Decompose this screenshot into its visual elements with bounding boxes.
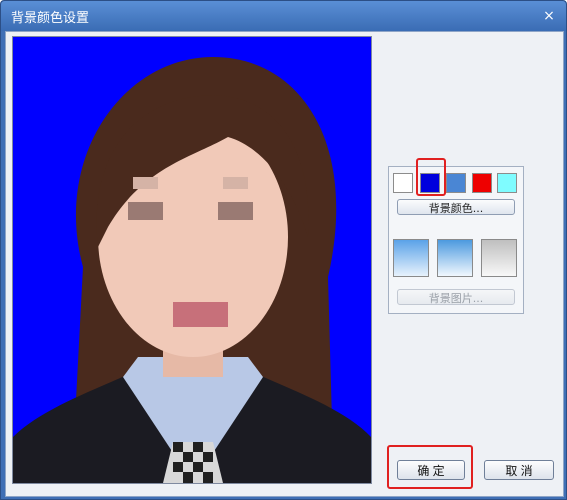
- dialog-window: 背景颜色设置 × 背景颜色... 背景图片... 确 定 取 消: [0, 0, 567, 500]
- ok-button[interactable]: 确 定: [397, 460, 465, 480]
- title-bar[interactable]: 背景颜色设置 ×: [1, 1, 566, 31]
- portrait-photo-icon: [13, 37, 371, 483]
- swatch-cyan[interactable]: [497, 173, 517, 193]
- swatch-white[interactable]: [393, 173, 413, 193]
- swatch-steel-blue[interactable]: [446, 173, 466, 193]
- background-color-button[interactable]: 背景颜色...: [397, 199, 515, 215]
- background-tile-1[interactable]: [393, 239, 429, 277]
- background-image-button[interactable]: 背景图片...: [397, 289, 515, 305]
- dialog-title: 背景颜色设置: [11, 11, 90, 26]
- close-icon[interactable]: ×: [540, 7, 558, 25]
- dialog-body: 背景颜色... 背景图片... 确 定 取 消: [5, 31, 564, 497]
- background-tile-2[interactable]: [437, 239, 473, 277]
- swatch-red[interactable]: [472, 173, 492, 193]
- cancel-button[interactable]: 取 消: [484, 460, 554, 480]
- background-options-panel: 背景颜色... 背景图片...: [388, 158, 524, 314]
- background-tile-3[interactable]: [481, 239, 517, 277]
- photo-preview: [12, 36, 372, 484]
- selected-swatch-highlight: [416, 158, 446, 196]
